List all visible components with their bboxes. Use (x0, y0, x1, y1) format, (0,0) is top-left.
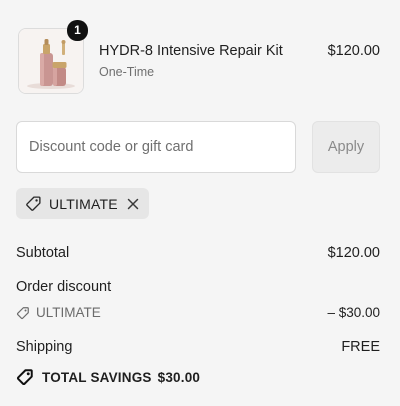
total-savings-label: TOTAL SAVINGS (42, 369, 152, 385)
discount-value: – $30.00 (327, 305, 380, 320)
applied-code-chip: ULTIMATE (16, 188, 149, 219)
product-name: HYDR-8 Intensive Repair Kit (99, 43, 283, 59)
subtotal-label: Subtotal (16, 245, 70, 261)
tag-icon (16, 369, 33, 386)
product-price: $120.00 (327, 43, 380, 59)
apply-button[interactable]: Apply (312, 121, 380, 173)
line-item: 1 HYDR-8 Intensive Repair Kit One-Time $… (16, 20, 380, 96)
discount-form: Apply (16, 120, 380, 174)
discount-code-name: ULTIMATE (36, 305, 101, 320)
total-savings-value: $30.00 (157, 369, 201, 385)
subtotal-value: $120.00 (327, 245, 380, 261)
subtotal-row: Subtotal $120.00 (16, 245, 380, 265)
order-discount-row: Order discount (16, 279, 380, 299)
product-variant: One-Time (99, 65, 155, 79)
total-savings: TOTAL SAVINGS $30.00 (16, 368, 200, 386)
close-icon[interactable] (126, 197, 140, 211)
shipping-row: Shipping FREE (16, 339, 380, 359)
shipping-value: FREE (341, 339, 380, 355)
discount-code-row: ULTIMATE – $30.00 (16, 305, 380, 325)
applied-code-label: ULTIMATE (49, 195, 118, 212)
discount-code-label: ULTIMATE (16, 305, 101, 320)
quantity-badge: 1 (67, 20, 88, 41)
order-summary: 1 HYDR-8 Intensive Repair Kit One-Time $… (0, 0, 400, 406)
order-discount-label: Order discount (16, 279, 112, 295)
shipping-label: Shipping (16, 339, 73, 355)
tag-icon (16, 306, 29, 319)
tag-icon (26, 196, 41, 211)
discount-code-input[interactable] (16, 121, 296, 173)
